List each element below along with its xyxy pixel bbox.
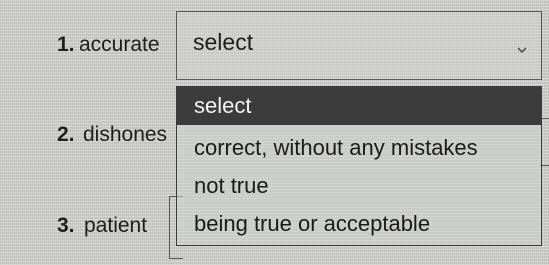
dropdown-option-correct[interactable]: correct, without any mistakes — [177, 129, 541, 167]
question-3-word: patient — [84, 214, 148, 237]
dropdown-option-not-true[interactable]: not true — [177, 167, 541, 205]
question-2-number: 2. — [57, 123, 75, 146]
question-1-word: accurate — [79, 33, 160, 56]
answer-select-1-dropdown: select correct, without any mistakes not… — [176, 86, 542, 246]
dropdown-option-select[interactable]: select — [177, 87, 541, 125]
question-3-number: 3. — [57, 214, 75, 237]
dropdown-option-acceptable[interactable]: being true or acceptable — [177, 205, 541, 243]
question-2-word: dishones — [83, 123, 168, 146]
answer-select-1-value: select — [193, 29, 254, 55]
answer-select-1[interactable]: select — [176, 11, 542, 80]
question-1-number: 1. — [57, 33, 75, 56]
chevron-down-icon[interactable] — [517, 45, 527, 55]
